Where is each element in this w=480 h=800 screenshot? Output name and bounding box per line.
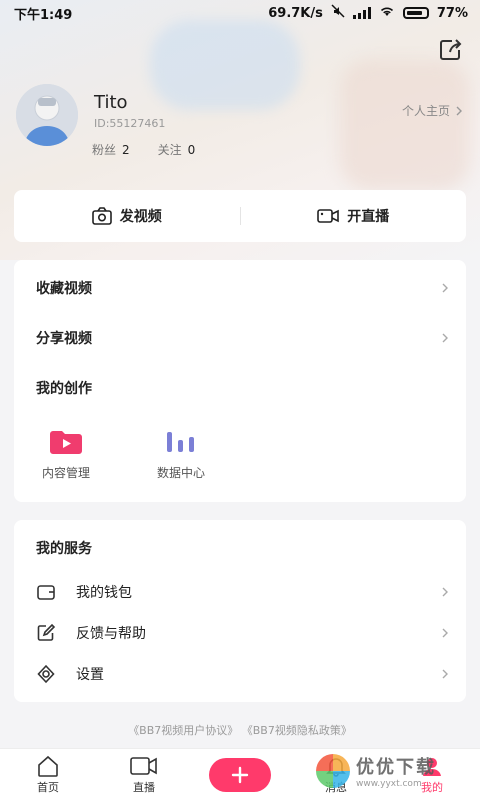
data-center-button[interactable]: 数据中心	[157, 428, 205, 481]
background-blur-shape	[340, 60, 470, 190]
agreement-links: 《BB7视频用户协议》 《BB7视频隐私政策》	[0, 722, 480, 738]
avatar[interactable]	[16, 84, 78, 146]
homepage-link-label: 个人主页	[401, 104, 450, 118]
signal-icon	[352, 7, 371, 19]
services-title: 我的服务	[36, 541, 92, 557]
post-video-label: 发视频	[119, 209, 162, 225]
battery-icon	[402, 7, 429, 19]
site-watermark: 优优下载 www.yyxt.com	[316, 742, 480, 800]
camera-icon	[91, 207, 112, 225]
video-camera-icon	[317, 209, 340, 223]
settings-row[interactable]: 设置	[14, 654, 466, 694]
plus-icon	[231, 766, 249, 783]
watermark-url: www.yyxt.com	[356, 779, 422, 789]
go-live-label: 开直播	[347, 209, 390, 225]
tab-live[interactable]: 直播	[96, 755, 192, 795]
chevron-right-icon	[442, 628, 448, 638]
chevron-right-icon	[442, 587, 448, 597]
create-button[interactable]	[209, 757, 271, 792]
services-card: 我的服务 我的钱包 反馈与帮助 设置	[14, 520, 466, 702]
privacy-policy-link[interactable]: 《BB7视频隐私政策》	[242, 724, 352, 737]
tab-home[interactable]: 首页	[0, 755, 96, 795]
chevron-right-icon	[456, 106, 462, 115]
settings-label: 设置	[76, 667, 104, 683]
content-management-button[interactable]: 内容管理	[42, 428, 90, 481]
go-live-button[interactable]: 开直播	[241, 206, 467, 226]
watermark-logo	[316, 754, 350, 788]
watermark-title: 优优下载	[356, 757, 436, 778]
favorites-row[interactable]: 收藏视频	[14, 263, 466, 313]
following-label: 关注	[157, 143, 182, 157]
watermark-text: 优优下载 www.yyxt.com	[356, 753, 436, 789]
user-agreement-link[interactable]: 《BB7视频用户协议》	[128, 724, 238, 737]
fans-count: 2	[122, 143, 130, 157]
shared-videos-label: 分享视频	[36, 331, 92, 347]
wallet-row[interactable]: 我的钱包	[14, 572, 466, 612]
tab-live-label: 直播	[133, 780, 155, 794]
tab-home-label: 首页	[37, 780, 59, 794]
fans-stat[interactable]: 粉丝 2	[92, 141, 130, 158]
video-play-icon	[50, 431, 82, 454]
battery-level: 77%	[436, 5, 468, 21]
background-blur-shape	[150, 20, 300, 110]
homepage-link[interactable]: 个人主页	[402, 102, 464, 119]
mute-icon	[331, 4, 345, 22]
live-camera-icon	[130, 756, 157, 775]
settings-icon	[37, 664, 55, 684]
username: Tito	[94, 92, 128, 113]
content-management-label: 内容管理	[42, 466, 91, 480]
edit-icon	[37, 623, 56, 641]
wallet-label: 我的钱包	[76, 585, 132, 601]
status-time: 下午1:49	[14, 7, 73, 23]
status-bar: 下午1:49 69.7K/s 77%	[0, 0, 480, 26]
following-stat[interactable]: 关注 0	[158, 141, 196, 158]
profile-stats: 粉丝 2 关注 0	[92, 141, 195, 158]
network-speed: 69.7K/s	[268, 5, 323, 21]
fans-label: 粉丝	[92, 143, 117, 157]
data-center-label: 数据中心	[157, 466, 206, 480]
quick-actions-card: 发视频 开直播	[14, 190, 466, 242]
chevron-right-icon	[442, 283, 448, 293]
tab-create[interactable]	[192, 757, 288, 792]
chevron-right-icon	[442, 669, 448, 679]
bar-chart-icon	[167, 432, 194, 452]
wifi-icon	[379, 5, 395, 21]
favorites-label: 收藏视频	[36, 281, 92, 297]
my-creation-title: 我的创作	[36, 381, 92, 397]
feedback-row[interactable]: 反馈与帮助	[14, 613, 466, 653]
chevron-right-icon	[442, 333, 448, 343]
shared-videos-row[interactable]: 分享视频	[14, 313, 466, 363]
creation-card: 收藏视频 分享视频 我的创作 内容管理 数据中心	[14, 260, 466, 502]
wallet-icon	[37, 585, 55, 600]
user-id: ID:55127461	[94, 117, 166, 130]
share-icon[interactable]	[438, 38, 464, 62]
home-icon	[38, 755, 58, 777]
following-count: 0	[187, 143, 196, 157]
post-video-button[interactable]: 发视频	[14, 206, 240, 226]
feedback-label: 反馈与帮助	[76, 626, 146, 642]
status-indicators: 69.7K/s 77%	[268, 4, 468, 22]
